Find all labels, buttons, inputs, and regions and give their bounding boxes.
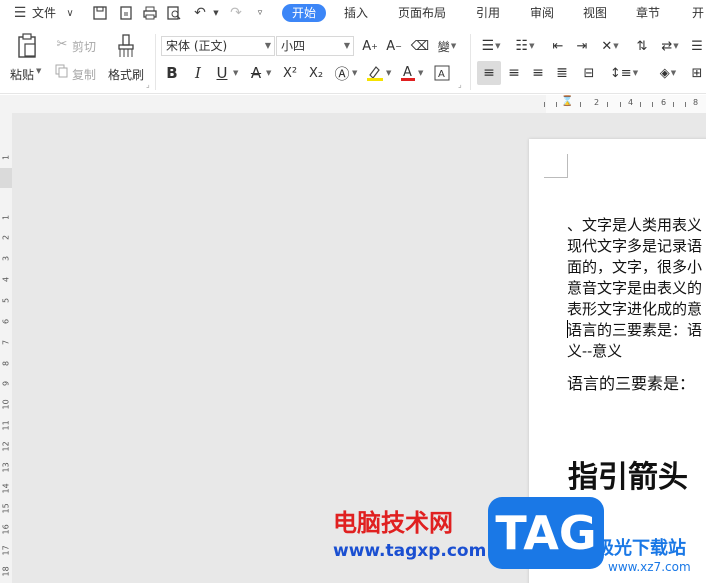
- clipboard-expand-icon[interactable]: ⌟: [146, 80, 150, 89]
- customize-toolbar-icon[interactable]: ▿: [250, 3, 270, 23]
- copy-icon: [54, 63, 70, 79]
- superscript-button[interactable]: X²: [279, 62, 301, 84]
- ribbon-toolbar: 粘贴 ▼ ✂ 剪切 复制 格式刷 ⌟ 宋体 (正文) ▼ 小四 ▼ A + A − …: [0, 26, 706, 94]
- subscript-button[interactable]: X₂: [305, 62, 327, 84]
- highlight-dropdown-icon[interactable]: ▼: [386, 69, 391, 77]
- underline-dropdown-icon[interactable]: ▼: [233, 69, 238, 77]
- text-cursor: [567, 320, 568, 338]
- show-hide-marks-icon[interactable]: ☰: [688, 36, 706, 56]
- phonetic-guide-icon[interactable]: 變 ▼: [436, 36, 458, 56]
- save-icon[interactable]: [90, 3, 110, 23]
- watermark-title: 电脑技术网: [333, 509, 453, 537]
- font-expand-icon[interactable]: ⌟: [458, 80, 462, 89]
- tab-home[interactable]: 开始: [282, 4, 327, 22]
- paragraph-line[interactable]: 意音文字是由表义的: [567, 277, 702, 298]
- paragraph-line[interactable]: 语言的三要素是：语: [567, 319, 702, 340]
- chinese-layout-icon[interactable]: ✕ ▼: [598, 36, 622, 56]
- cut-button: 剪切: [72, 40, 97, 54]
- divider: [155, 34, 156, 90]
- watermark-site-name: 极光下载站: [596, 538, 686, 559]
- undo-dropdown-icon[interactable]: ▼: [206, 3, 226, 23]
- numbered-list-icon[interactable]: ☷ ▼: [514, 36, 536, 56]
- font-color-dropdown-icon[interactable]: ▼: [418, 69, 423, 77]
- tab-review[interactable]: 审阅: [530, 4, 554, 22]
- font-size-select[interactable]: 小四 ▼: [276, 36, 354, 56]
- vertical-ruler: 1 1 2 3 4 5 6 7 8 9 10 11 12 13 14 15 16…: [0, 113, 12, 583]
- increase-indent-icon[interactable]: ⇥: [572, 36, 592, 56]
- copy-button: 复制: [72, 68, 97, 82]
- svg-text:A: A: [438, 69, 445, 80]
- export-pdf-icon[interactable]: [116, 3, 136, 23]
- line-spacing-icon[interactable]: ↕≡ ▼: [610, 61, 638, 85]
- tab-insert[interactable]: 插入: [344, 4, 368, 22]
- scissors-icon: ✂: [56, 36, 68, 52]
- paragraph-line[interactable]: 表形文字进化成的意: [567, 298, 702, 319]
- text-effect-dropdown-icon[interactable]: ▼: [352, 69, 357, 77]
- print-icon[interactable]: [140, 3, 160, 23]
- chevron-down-icon: ▼: [264, 41, 271, 50]
- font-color-icon[interactable]: A: [398, 62, 418, 84]
- borders-icon[interactable]: ⊞: [688, 61, 706, 85]
- decrease-font-size-icon[interactable]: A −: [384, 36, 404, 56]
- watermark-url: www.tagxp.com: [333, 541, 487, 561]
- tab-references[interactable]: 引用: [476, 4, 500, 22]
- font-name-value: 宋体 (正文): [166, 39, 228, 53]
- paste-dropdown-icon[interactable]: ▼: [36, 67, 41, 75]
- text-effect-icon[interactable]: Ⓐ: [332, 62, 352, 84]
- paragraph-line[interactable]: 现代文字多是记录语: [567, 235, 702, 256]
- chevron-down-icon: ▼: [343, 41, 350, 50]
- divider: [470, 34, 471, 90]
- paste-button[interactable]: 粘贴: [10, 66, 34, 83]
- bullet-list-icon[interactable]: ☰ ▼: [480, 36, 502, 56]
- tab-page-layout[interactable]: 页面布局: [398, 4, 446, 22]
- justify-icon[interactable]: ≣: [552, 61, 572, 85]
- paragraph-line[interactable]: 面的，文字，很多小: [567, 256, 702, 277]
- align-right-icon[interactable]: ≡: [528, 61, 548, 85]
- character-border-icon[interactable]: A: [432, 62, 452, 84]
- svg-text:A: A: [403, 65, 412, 80]
- align-left-icon[interactable]: ≡: [477, 61, 501, 85]
- paragraph-line[interactable]: 义--意义: [567, 340, 622, 361]
- paragraph-line[interactable]: 语言的三要素是：: [567, 370, 695, 394]
- indent-marker-icon[interactable]: ⌛: [561, 96, 573, 107]
- file-menu[interactable]: 文件: [32, 4, 56, 22]
- decrease-indent-icon[interactable]: ⇤: [548, 36, 568, 56]
- clear-formatting-icon[interactable]: ⌫: [410, 36, 430, 56]
- text-direction-icon[interactable]: ⇄ ▼: [658, 36, 682, 56]
- strikethrough-icon[interactable]: A: [246, 62, 266, 84]
- font-name-select[interactable]: 宋体 (正文) ▼: [161, 36, 275, 56]
- distributed-align-icon[interactable]: ⊟: [578, 61, 600, 85]
- bold-button[interactable]: B: [162, 62, 182, 84]
- tab-section[interactable]: 章节: [636, 4, 660, 22]
- shading-icon[interactable]: ◈ ▼: [654, 61, 682, 85]
- tab-developer[interactable]: 开: [692, 4, 704, 22]
- chevron-down-icon[interactable]: ∨: [60, 3, 80, 23]
- redo-icon: ↷: [230, 5, 242, 21]
- align-center-icon[interactable]: ≡: [504, 61, 524, 85]
- highlight-icon[interactable]: [364, 62, 386, 84]
- strikethrough-dropdown-icon[interactable]: ▼: [266, 69, 271, 77]
- underline-button[interactable]: U: [212, 62, 232, 84]
- increase-font-size-icon[interactable]: A +: [360, 36, 380, 56]
- italic-button[interactable]: I: [188, 62, 208, 84]
- horizontal-ruler: ⌛ 2 4 6 8: [0, 95, 706, 113]
- print-preview-icon[interactable]: [164, 3, 184, 23]
- sort-icon[interactable]: ⇅: [632, 36, 652, 56]
- font-size-value: 小四: [281, 39, 306, 53]
- page-margin-corner: [544, 154, 568, 178]
- format-painter-button[interactable]: 格式刷: [108, 66, 144, 83]
- watermark-tag-logo: TAG: [488, 497, 604, 569]
- hamburger-menu-icon[interactable]: ☰: [10, 3, 30, 23]
- document-heading[interactable]: 指引箭头: [568, 452, 688, 496]
- menu-bar: ☰ 文件 ∨ ↶ ▼ ↷ ▿ 开始 插入 页面布局 引用 审阅 视图 章节 开: [0, 0, 706, 26]
- paragraph-line[interactable]: 、文字是人类用表义: [567, 214, 702, 235]
- watermark-site-url: www.xz7.com: [608, 560, 691, 574]
- tab-view[interactable]: 视图: [583, 4, 607, 22]
- format-painter-icon[interactable]: [114, 32, 138, 60]
- paste-icon[interactable]: [14, 32, 40, 60]
